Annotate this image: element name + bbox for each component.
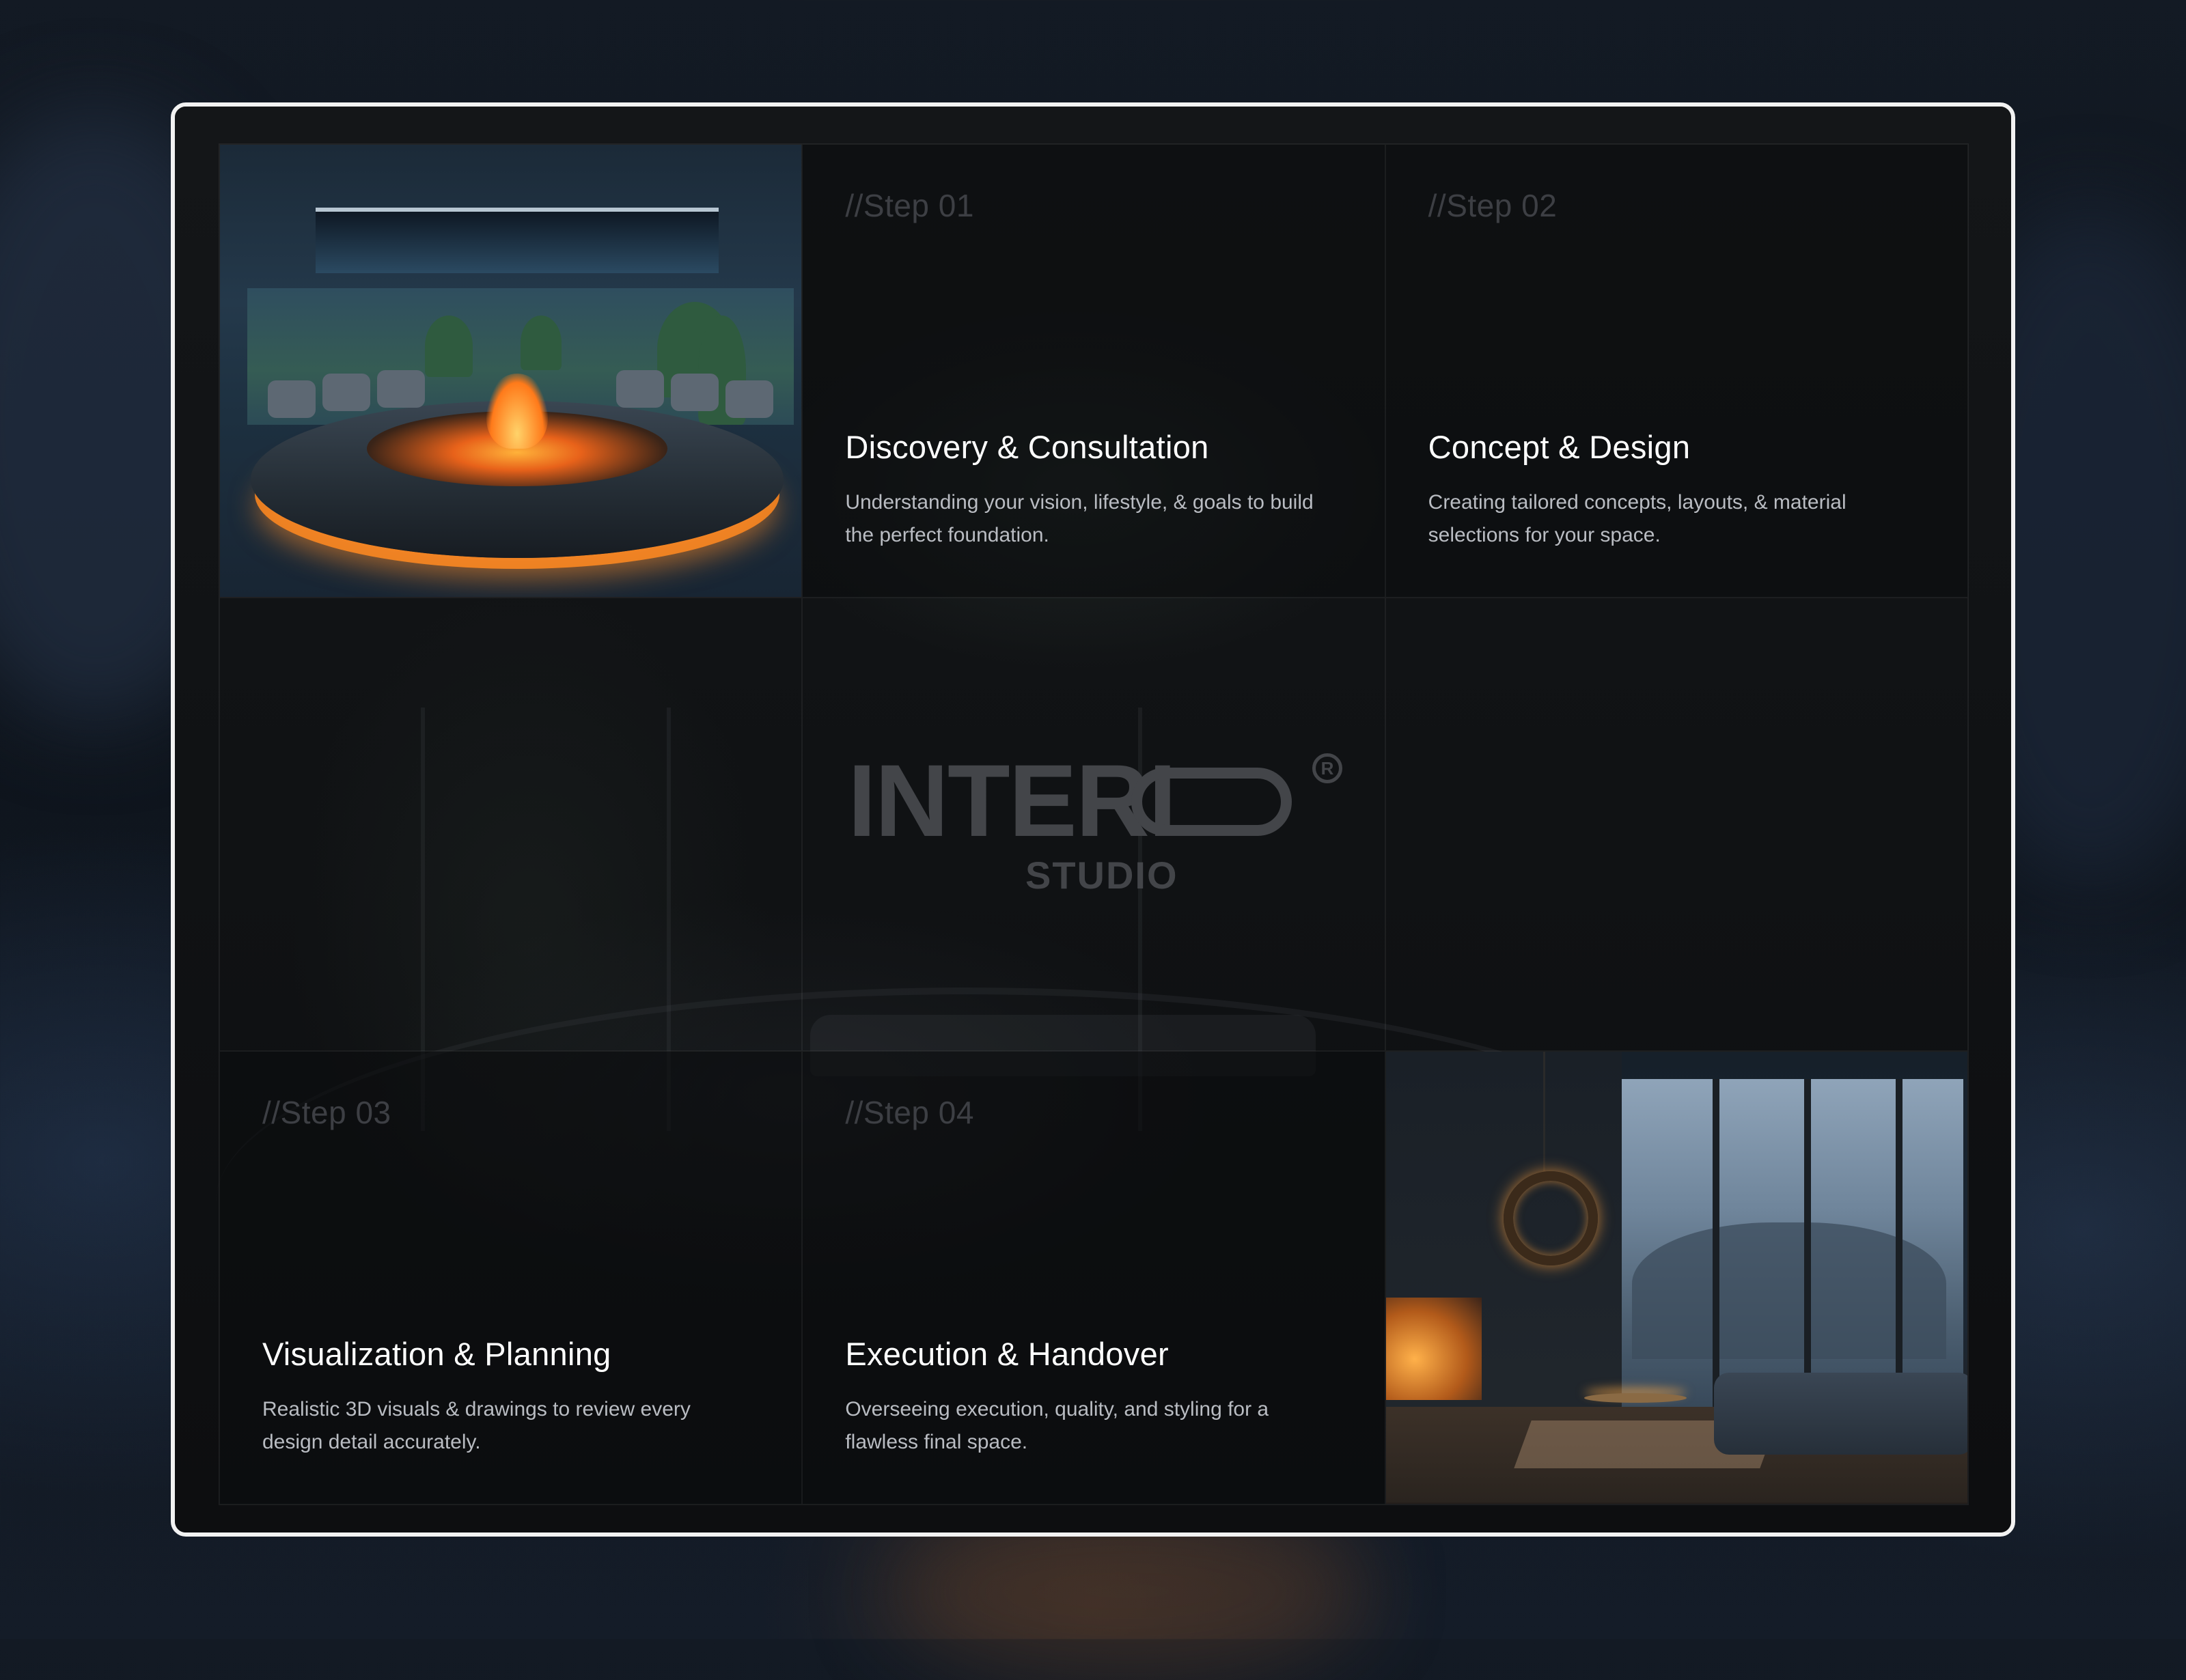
step-card-01: //Step 01 Discovery & Consultation Under…	[802, 144, 1385, 598]
logo-subtitle: STUDIO	[1025, 854, 1178, 897]
fire-pit-lounge-photo	[220, 145, 802, 597]
living-room-fireplace-photo	[1385, 1052, 1967, 1504]
empty-cell	[219, 598, 803, 1051]
step-label: //Step 02	[1428, 188, 1558, 223]
step-description: Creating tailored concepts, layouts, & m…	[1428, 491, 1846, 546]
plant	[425, 316, 473, 377]
step-description: Overseeing execution, quality, and styli…	[845, 1398, 1269, 1453]
window-mullion	[1712, 1079, 1719, 1407]
cushion	[671, 374, 719, 411]
logo-o-mark	[1131, 768, 1292, 836]
step-label: //Step 03	[262, 1095, 391, 1130]
plant	[521, 316, 562, 370]
cushion	[268, 380, 316, 418]
logo-wordmark: INTERI	[847, 743, 1177, 858]
registered-mark: R	[1312, 753, 1342, 783]
cushion	[322, 374, 370, 411]
step-description: Realistic 3D visuals & drawings to revie…	[262, 1398, 691, 1453]
wreath-cord	[1542, 1052, 1545, 1171]
window-mullion	[1895, 1079, 1903, 1407]
skylight	[316, 208, 719, 273]
cushion	[725, 380, 773, 418]
step-card-03: //Step 03 Visualization & Planning Reali…	[219, 1051, 803, 1504]
empty-cell	[1385, 598, 1968, 1051]
interio-studio-logo: INTERI R STUDIO	[847, 743, 1342, 899]
logo-cell: INTERI R STUDIO	[802, 598, 1385, 1051]
step-title: Concept & Design	[1428, 429, 1691, 465]
step-label: //Step 04	[845, 1095, 974, 1130]
process-panel: //Step 01 Discovery & Consultation Under…	[171, 102, 2015, 1537]
cushion	[377, 370, 425, 408]
photo-cell-fire-pit	[219, 144, 803, 598]
step-title: Execution & Handover	[845, 1336, 1169, 1372]
cushion	[616, 370, 664, 408]
wreath	[1503, 1171, 1598, 1265]
window-mullion	[1803, 1079, 1811, 1407]
steps-grid: //Step 01 Discovery & Consultation Under…	[219, 143, 1969, 1505]
fireplace	[1385, 1298, 1482, 1400]
sofa	[1713, 1373, 1967, 1455]
flame	[486, 374, 548, 449]
photo-cell-living-room	[1385, 1051, 1968, 1504]
step-description: Understanding your vision, lifestyle, & …	[845, 491, 1314, 546]
step-title: Visualization & Planning	[262, 1336, 611, 1372]
step-card-02: //Step 02 Concept & Design Creating tail…	[1385, 144, 1968, 598]
step-title: Discovery & Consultation	[845, 429, 1209, 465]
step-label: //Step 01	[845, 188, 974, 223]
coffee-table	[1583, 1393, 1687, 1403]
step-card-04: //Step 04 Execution & Handover Overseein…	[802, 1051, 1385, 1504]
